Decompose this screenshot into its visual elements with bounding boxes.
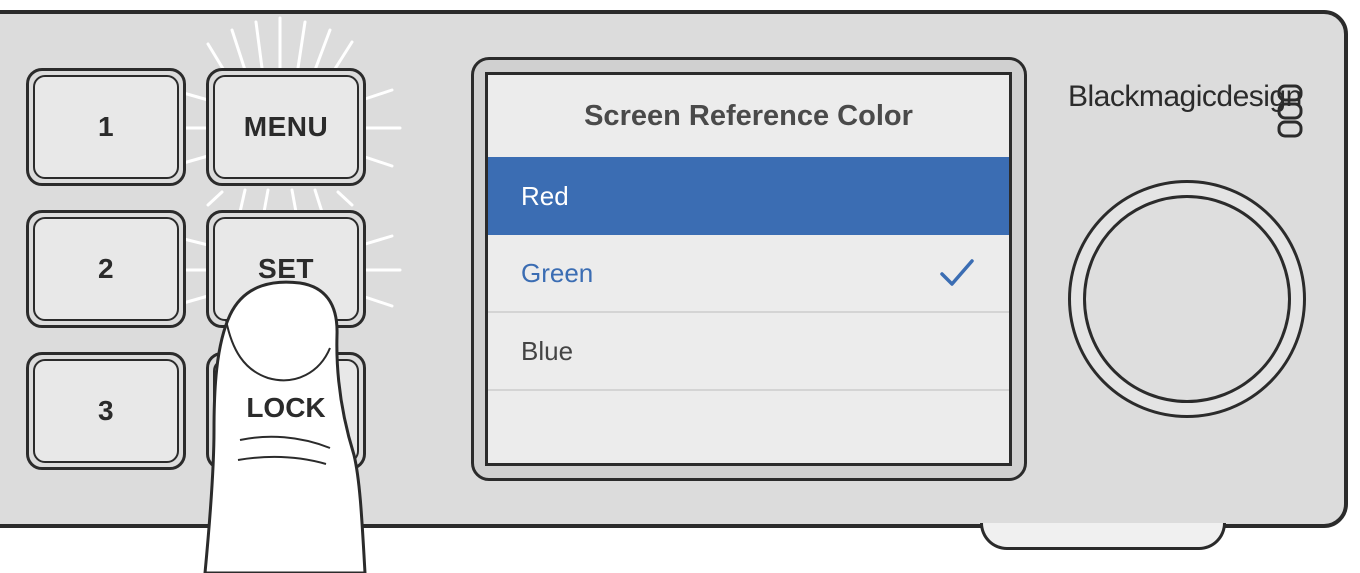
knob-inner-ring <box>1083 195 1291 403</box>
menu-item-label: Red <box>521 180 569 211</box>
device-illustration: 1 2 3 MENU SET LOCK Screen Reference Col… <box>0 0 1360 573</box>
brand-name: Blackmagicdesign <box>1068 80 1302 113</box>
blackmagic-logo-icon <box>1277 84 1303 138</box>
menu-item-blue[interactable]: Blue <box>488 313 1009 391</box>
check-icon <box>940 259 974 286</box>
lock-label-wrap: LOCK <box>206 392 366 424</box>
lock-button-label: LOCK <box>246 392 326 423</box>
menu-item-label: Green <box>521 257 594 288</box>
menu-item-label: Blue <box>521 335 574 366</box>
rotary-knob[interactable] <box>1068 180 1306 418</box>
menu-item-green[interactable]: Green <box>488 235 1009 313</box>
lcd-screen: Screen Reference Color Red Green Blue <box>485 72 1012 466</box>
menu-item-red[interactable]: Red <box>488 157 1009 235</box>
screen-title: Screen Reference Color <box>584 99 913 132</box>
